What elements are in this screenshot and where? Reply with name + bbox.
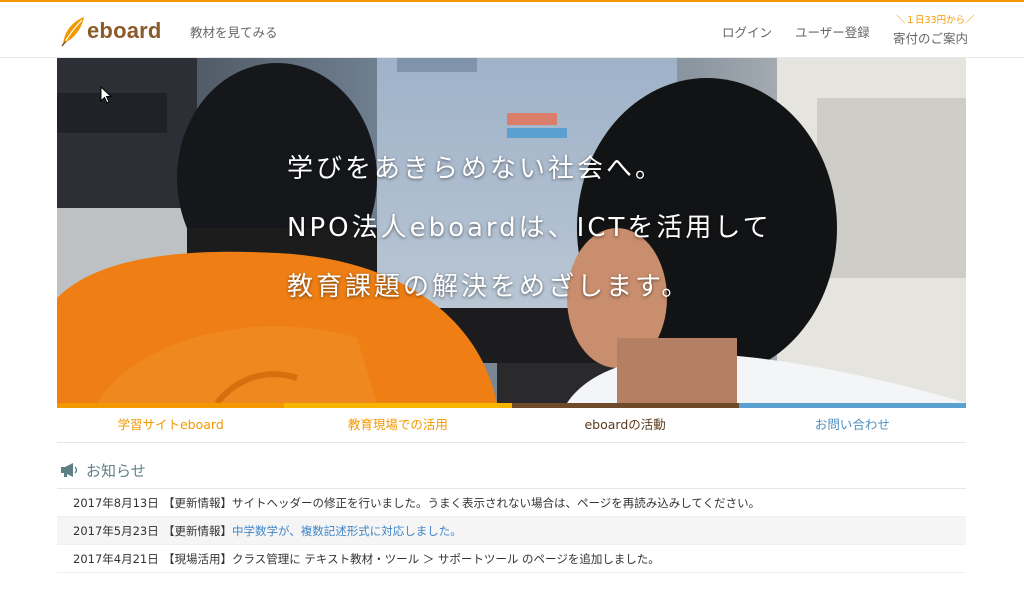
news-date: 2017年5月23日 (73, 523, 159, 538)
news-item: 2017年4月21日 【現場活用】クラス管理に テキスト教材・ツール ＞ サポー… (57, 545, 966, 573)
news-item: 2017年5月23日 【更新情報】中学数学が、複数記述形式に対応しました。 (57, 517, 966, 545)
hero-copy: 学びをあきらめない社会へ。 NPO法人eboardは、ICTを活用して 教育課題… (287, 140, 772, 317)
hero-line-1: 学びをあきらめない社会へ。 (287, 154, 665, 184)
news-date: 2017年4月21日 (73, 551, 159, 566)
news-section: お知らせ 2017年8月13日 【更新情報】サイトヘッダーの修正を行いました。う… (57, 455, 966, 573)
site-header: eboard 教材を見てみる ログイン ユーザー登録 ＼１日33円から／ 寄付の… (0, 2, 1024, 58)
tab-school-use[interactable]: 教育現場での活用 (284, 403, 512, 443)
hero-line-2: NPO法人eboardは、ICTを活用して (287, 213, 772, 243)
news-item: 2017年8月13日 【更新情報】サイトヘッダーの修正を行いました。うまく表示さ… (57, 489, 966, 517)
news-text: 【更新情報】サイトヘッダーの修正を行いました。うまく表示されない場合は、ページを… (163, 495, 761, 510)
nav-materials-link[interactable]: 教材を見てみる (190, 22, 278, 41)
news-text: 【現場活用】クラス管理に テキスト教材・ツール ＞ サポートツール のページを追… (163, 551, 660, 566)
tab-color-bar (738, 403, 966, 408)
leaf-logo-icon (61, 17, 84, 47)
tab-label: 学習サイトeboard (117, 417, 224, 432)
tab-label: 教育現場での活用 (347, 417, 448, 432)
tab-label: eboardの活動 (584, 417, 666, 432)
donate-note: ＼１日33円から／ (896, 15, 975, 26)
megaphone-icon (61, 463, 78, 477)
news-link[interactable]: 中学数学が、複数記述形式に対応しました。 (232, 524, 462, 538)
news-title: お知らせ (86, 461, 146, 480)
tab-contact[interactable]: お問い合わせ (738, 403, 966, 443)
news-header: お知らせ (57, 455, 966, 485)
tab-label: お問い合わせ (814, 417, 890, 432)
site-logo[interactable]: eboard (60, 14, 162, 48)
tab-color-bar (511, 403, 739, 408)
news-prefix: 【更新情報】 (163, 523, 232, 538)
tab-color-bar (284, 403, 512, 408)
mouse-cursor-icon (100, 86, 112, 104)
donate-label: 寄付のご案内 (893, 31, 969, 46)
logo-text: eboard (87, 18, 162, 43)
donate-link[interactable]: ＼１日33円から／ 寄付のご案内 (893, 12, 975, 47)
tab-color-bar (57, 403, 285, 408)
tab-learning-site[interactable]: 学習サイトeboard (57, 403, 285, 443)
hero-banner: 学びをあきらめない社会へ。 NPO法人eboardは、ICTを活用して 教育課題… (57, 58, 966, 403)
category-tabs: 学習サイトeboard 教育現場での活用 eboardの活動 お問い合わせ (57, 403, 966, 443)
nav-login-link[interactable]: ログイン (722, 22, 772, 41)
tab-activities[interactable]: eboardの活動 (511, 403, 739, 443)
hero-line-3: 教育課題の解決をめざします。 (287, 272, 691, 302)
nav-register-link[interactable]: ユーザー登録 (795, 22, 870, 41)
news-date: 2017年8月13日 (73, 495, 159, 510)
news-text: 【更新情報】中学数学が、複数記述形式に対応しました。 (163, 523, 966, 539)
